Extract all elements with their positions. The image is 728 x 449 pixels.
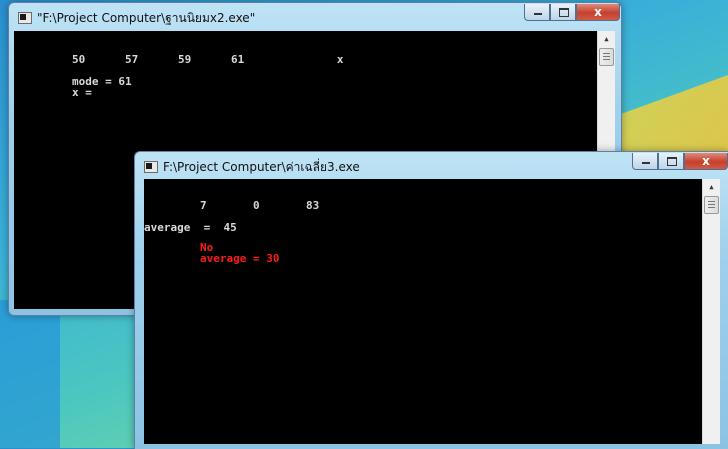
close-button[interactable]: x — [684, 153, 728, 170]
console-line: 7 0 83 — [200, 199, 320, 212]
console-app-icon — [144, 161, 158, 173]
window-title: "F:\Project Computer\ฐานนิยมx2.exe" — [37, 11, 256, 25]
close-icon: x — [702, 154, 710, 168]
window-controls: x — [524, 4, 620, 22]
error-line: average = 30 — [200, 252, 280, 265]
maximize-button[interactable] — [658, 153, 684, 170]
close-icon: x — [594, 5, 602, 19]
window-title: F:\Project Computer\ค่าเฉลี่ย3.exe — [163, 160, 360, 174]
console-line: 50 57 59 61 x — [72, 53, 344, 66]
desktop-wallpaper-shape — [0, 300, 60, 448]
scroll-up-arrow-icon[interactable]: ▲ — [703, 179, 720, 196]
vertical-scrollbar[interactable]: ▲ — [702, 179, 720, 444]
maximize-button[interactable] — [550, 4, 576, 21]
minimize-button[interactable] — [524, 4, 550, 21]
console-app-icon — [18, 12, 32, 24]
close-button[interactable]: x — [576, 4, 620, 21]
title-bar[interactable]: "F:\Project Computer\ฐานนิยมx2.exe" x — [9, 3, 621, 31]
scroll-thumb[interactable] — [599, 48, 614, 66]
scroll-thumb[interactable] — [704, 196, 719, 214]
title-bar[interactable]: F:\Project Computer\ค่าเฉลี่ย3.exe x — [135, 152, 728, 180]
scroll-up-arrow-icon[interactable]: ▲ — [598, 31, 615, 48]
console-line: x = — [72, 86, 92, 99]
window-controls: x — [632, 153, 728, 171]
minimize-button[interactable] — [632, 153, 658, 170]
console-window-average[interactable]: F:\Project Computer\ค่าเฉลี่ย3.exe x 7 0… — [134, 151, 728, 449]
console-output[interactable]: 7 0 83 average = 45 No average = 30 ▲ — [144, 179, 720, 444]
console-line: average = 45 — [144, 221, 237, 234]
